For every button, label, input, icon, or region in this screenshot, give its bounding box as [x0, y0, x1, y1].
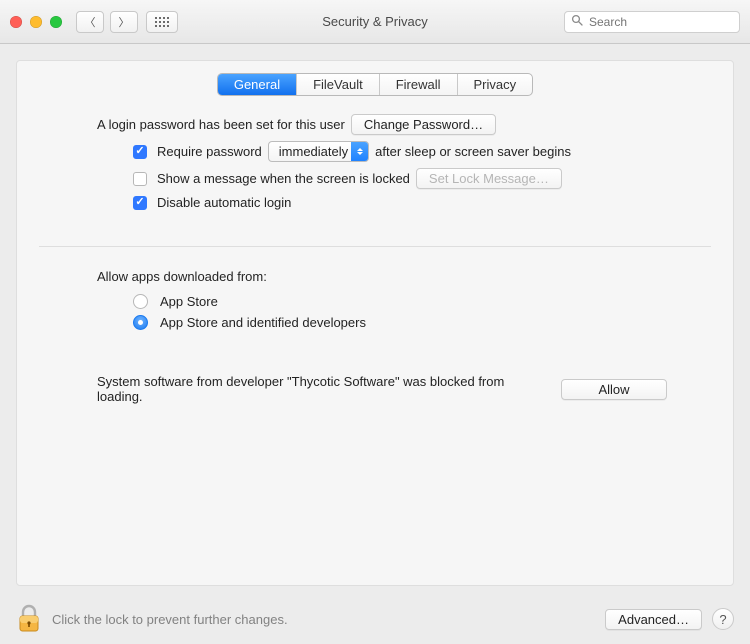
help-button[interactable]: ?	[712, 608, 734, 630]
tab-filevault[interactable]: FileVault	[297, 74, 380, 95]
allow-option-identified: App Store and identified developers	[133, 315, 703, 330]
blocked-software-text: System software from developer "Thycotic…	[97, 374, 537, 404]
grid-icon	[155, 17, 169, 27]
allow-apps-section: Allow apps downloaded from: App Store Ap…	[17, 269, 733, 404]
require-password-checkbox[interactable]	[133, 145, 147, 159]
show-message-label: Show a message when the screen is locked	[157, 171, 410, 186]
radio-appstore-label: App Store	[160, 294, 218, 309]
close-icon[interactable]	[10, 16, 22, 28]
search-field[interactable]	[564, 11, 740, 33]
password-set-text: A login password has been set for this u…	[97, 117, 345, 132]
lock-icon[interactable]	[16, 604, 42, 634]
lock-text: Click the lock to prevent further change…	[52, 612, 288, 627]
allow-apps-header: Allow apps downloaded from:	[97, 269, 703, 284]
advanced-button[interactable]: Advanced…	[605, 609, 702, 630]
help-icon: ?	[719, 612, 726, 627]
window-controls	[10, 16, 62, 28]
footer: Click the lock to prevent further change…	[0, 594, 750, 644]
body: General FileVault Firewall Privacy A log…	[0, 44, 750, 644]
require-password-label: Require password	[157, 144, 262, 159]
forward-button[interactable]: 〉	[110, 11, 138, 33]
search-icon	[571, 14, 583, 29]
popup-arrows-icon	[351, 142, 368, 161]
tab-bar: General FileVault Firewall Privacy	[217, 73, 533, 96]
divider	[39, 246, 711, 247]
chevron-left-icon: 〈	[85, 14, 96, 30]
preferences-panel: General FileVault Firewall Privacy A log…	[16, 60, 734, 586]
titlebar: 〈 〉 Security & Privacy	[0, 0, 750, 44]
require-password-row: Require password immediately after sleep…	[133, 141, 703, 162]
set-lock-message-button[interactable]: Set Lock Message…	[416, 168, 562, 189]
show-message-row: Show a message when the screen is locked…	[133, 168, 703, 189]
chevron-right-icon: 〉	[119, 14, 130, 30]
search-input[interactable]	[587, 14, 746, 30]
password-set-row: A login password has been set for this u…	[97, 114, 703, 135]
show-all-button[interactable]	[146, 11, 178, 33]
change-password-button[interactable]: Change Password…	[351, 114, 496, 135]
minimize-icon[interactable]	[30, 16, 42, 28]
tab-firewall[interactable]: Firewall	[380, 74, 458, 95]
radio-appstore[interactable]	[133, 294, 148, 309]
disable-auto-login-label: Disable automatic login	[157, 195, 291, 210]
back-button[interactable]: 〈	[76, 11, 104, 33]
disable-auto-login-checkbox[interactable]	[133, 196, 147, 210]
zoom-icon[interactable]	[50, 16, 62, 28]
allow-option-appstore: App Store	[133, 294, 703, 309]
blocked-software-row: System software from developer "Thycotic…	[97, 374, 703, 404]
tab-privacy[interactable]: Privacy	[458, 74, 533, 95]
security-privacy-window: 〈 〉 Security & Privacy General	[0, 0, 750, 644]
radio-identified[interactable]	[133, 315, 148, 330]
show-message-checkbox[interactable]	[133, 172, 147, 186]
require-delay-value: immediately	[279, 144, 348, 159]
radio-identified-label: App Store and identified developers	[160, 315, 366, 330]
allow-button[interactable]: Allow	[561, 379, 667, 400]
general-content: A login password has been set for this u…	[17, 114, 733, 210]
require-delay-popup[interactable]: immediately	[268, 141, 369, 162]
after-sleep-text: after sleep or screen saver begins	[375, 144, 571, 159]
nav-buttons: 〈 〉	[76, 11, 138, 33]
disable-auto-login-row: Disable automatic login	[133, 195, 703, 210]
tab-general[interactable]: General	[218, 74, 297, 95]
